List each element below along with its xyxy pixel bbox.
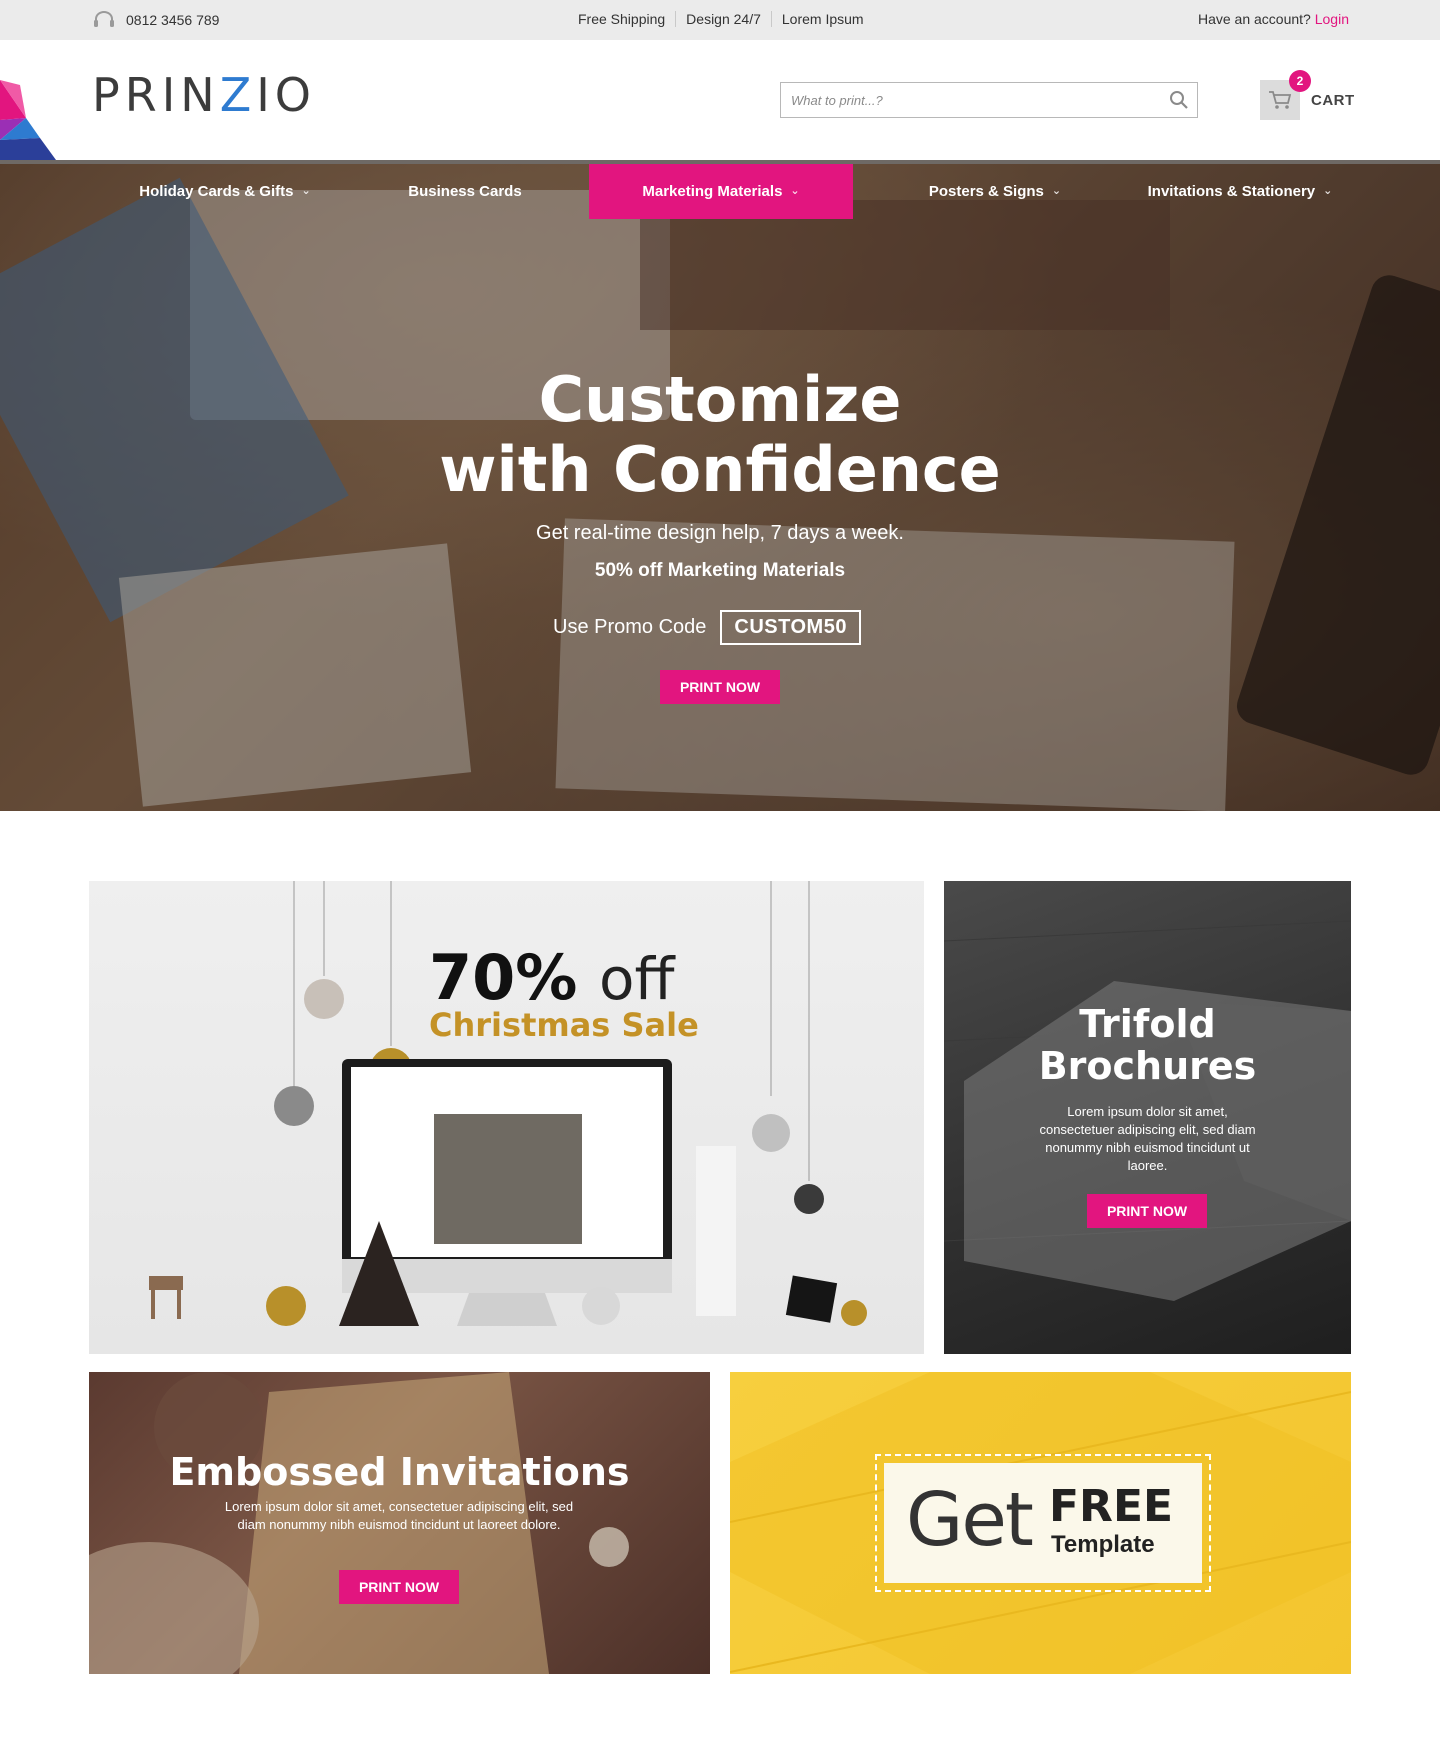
nav-item-posters-signs[interactable]: Posters & Signs ⌄ — [895, 164, 1095, 219]
trifold-description: Lorem ipsum dolor sit amet, consectetuer… — [1039, 1104, 1256, 1173]
christmas-sale-title: Christmas Sale — [429, 1006, 699, 1044]
cart-icon — [1269, 91, 1292, 109]
nav-label: Marketing Materials — [642, 183, 783, 200]
account-prompt: Have an account? Login — [1198, 11, 1349, 27]
topbar-link-lorem[interactable]: Lorem Ipsum — [770, 11, 874, 27]
christmas-sale-tile[interactable]: 70% off Christmas Sale — [89, 881, 924, 1354]
phone-number: 0812 3456 789 — [126, 12, 220, 28]
hero-title: Customize with Confidence — [0, 365, 1440, 505]
nav-item-invitations[interactable]: Invitations & Stationery ⌄ — [1120, 164, 1360, 219]
chevron-down-icon: ⌄ — [1323, 185, 1333, 197]
nav-label: Invitations & Stationery — [1147, 183, 1316, 200]
chevron-down-icon: ⌄ — [301, 185, 311, 197]
promo-label: Use Promo Code — [553, 615, 707, 638]
emboss-print-now-button[interactable]: PRINT NOW — [339, 1570, 459, 1604]
trifold-title: Trifold Brochures — [944, 1003, 1351, 1087]
embossed-invitations-tile[interactable]: Embossed Invitations Lorem ipsum dolor s… — [89, 1372, 710, 1674]
nav-label: Business Cards — [408, 183, 522, 200]
sale-percent-value: 70% — [429, 941, 578, 1014]
search-icon[interactable] — [1169, 90, 1189, 110]
emboss-title: Embossed Invitations — [169, 1450, 630, 1494]
hero-subtitle: Get real-time design help, 7 days a week… — [536, 522, 904, 544]
trifold-title-line1: Trifold — [1079, 1002, 1216, 1046]
free-template-tile[interactable]: Get FREE Template — [730, 1372, 1351, 1674]
topbar-link-design[interactable]: Design 24/7 — [675, 11, 771, 27]
login-link[interactable]: Login — [1315, 11, 1349, 27]
top-bar: 0812 3456 789 Free Shipping Design 24/7 … — [0, 0, 1440, 40]
search-bar — [780, 82, 1198, 118]
cart-count-badge: 2 — [1289, 70, 1311, 92]
nav-label: Posters & Signs — [928, 183, 1044, 200]
nav-item-holiday-cards[interactable]: Holiday Cards & Gifts ⌄ — [110, 164, 340, 219]
search-input[interactable] — [781, 83, 1151, 117]
logo-corner-decoration — [0, 80, 56, 160]
site-logo[interactable]: PRINZIO — [92, 68, 316, 122]
account-text: Have an account? — [1197, 11, 1311, 27]
topbar-links: Free Shipping Design 24/7 Lorem Ipsum — [568, 11, 874, 27]
hero-title-line1: Customize — [538, 363, 902, 436]
nav-item-marketing-materials[interactable]: Marketing Materials ⌄ — [589, 164, 853, 219]
logo-text-post: IO — [256, 68, 316, 122]
nav-item-business-cards[interactable]: Business Cards — [380, 164, 550, 219]
topbar-link-shipping[interactable]: Free Shipping — [568, 11, 675, 27]
free-template-free: FREE — [1049, 1481, 1174, 1532]
nav-label: Holiday Cards & Gifts — [139, 183, 294, 200]
hero-offer: 50% off Marketing Materials — [594, 560, 846, 581]
sale-off-word: off — [599, 945, 675, 1013]
trifold-title-line2: Brochures — [1038, 1044, 1257, 1088]
headset-icon — [94, 11, 114, 27]
chevron-down-icon: ⌄ — [1051, 185, 1062, 197]
trifold-print-now-button[interactable]: PRINT NOW — [1087, 1194, 1207, 1228]
cart-button[interactable]: 2 CART — [1260, 70, 1390, 122]
sale-percent: 70% off — [429, 941, 674, 1014]
logo-text-z: Z — [219, 68, 257, 122]
promo-code-row: Use Promo Code CUSTOM50 — [553, 608, 861, 646]
trifold-brochures-tile[interactable]: Trifold Brochures Lorem ipsum dolor sit … — [944, 881, 1351, 1354]
main-nav: Holiday Cards & Gifts ⌄ Business Cards M… — [0, 164, 1440, 219]
free-template-label: Template — [1051, 1531, 1155, 1558]
hero-print-now-button[interactable]: PRINT NOW — [660, 670, 780, 704]
phone-contact[interactable]: 0812 3456 789 — [92, 11, 219, 29]
free-template-get: Get — [906, 1477, 1034, 1563]
chevron-down-icon: ⌄ — [790, 185, 800, 197]
hero-banner: Holiday Cards & Gifts ⌄ Business Cards M… — [0, 160, 1440, 811]
promo-code: CUSTOM50 — [720, 609, 861, 645]
hero-title-line2: with Confidence — [439, 433, 1001, 506]
logo-text-pre: PRIN — [92, 68, 220, 122]
emboss-description: Lorem ipsum dolor sit amet, consectetuer… — [224, 1499, 574, 1532]
cart-label: CART — [1311, 92, 1355, 109]
free-template-card: Get FREE Template — [884, 1463, 1202, 1583]
